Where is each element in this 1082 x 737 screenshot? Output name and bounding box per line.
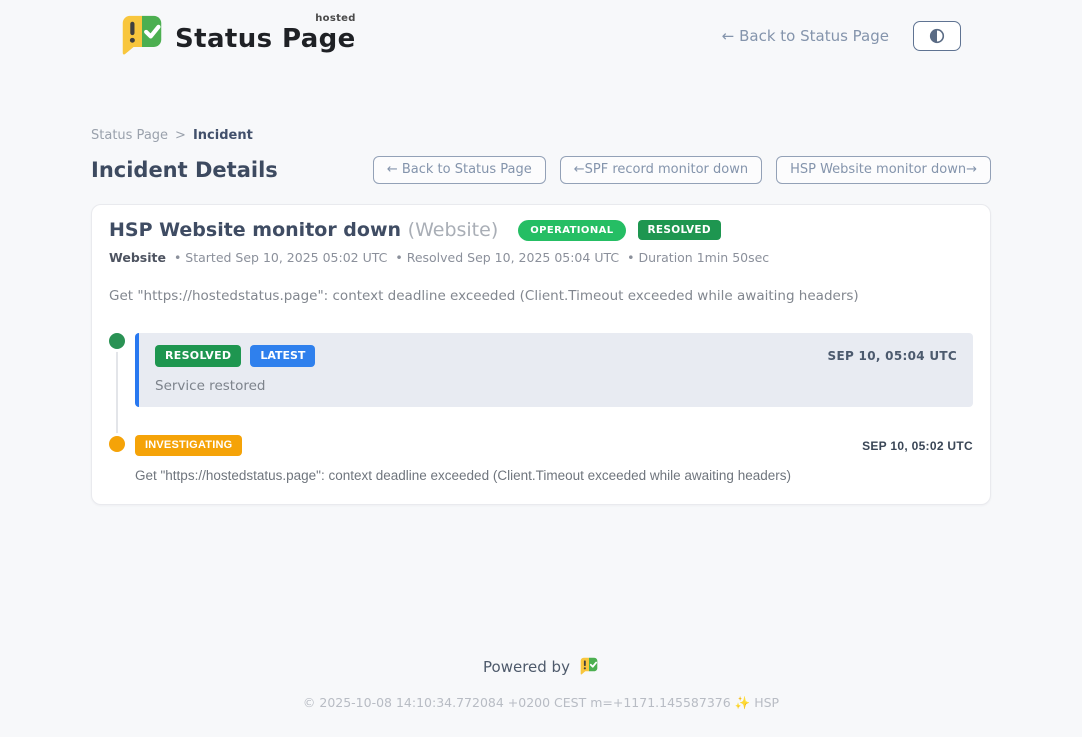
incident-nav-buttons: ← Back to Status Page ←SPF record monito…: [373, 156, 991, 184]
previous-incident-button[interactable]: ←SPF record monitor down: [560, 156, 762, 184]
timeline-timestamp: SEP 10, 05:04 UTC: [828, 349, 957, 363]
back-to-status-page-button[interactable]: ← Back to Status Page: [373, 156, 546, 184]
powered-by-label: Powered by: [483, 658, 570, 676]
timeline-latest-badge: LATEST: [250, 345, 315, 367]
next-incident-button[interactable]: HSP Website monitor down→: [776, 156, 991, 184]
timeline-message: Service restored: [155, 378, 957, 394]
breadcrumb-incident: Incident: [193, 128, 253, 143]
back-to-status-page-link[interactable]: ← Back to Status Page: [722, 27, 889, 45]
timeline-latest-update-box: RESOLVED LATEST SEP 10, 05:04 UTC Servic…: [135, 333, 973, 407]
resolved-state-badge: RESOLVED: [638, 220, 721, 240]
incident-description: Get "https://hostedstatus.page": context…: [109, 288, 973, 304]
brand-hosted-label: hosted: [315, 13, 355, 24]
incident-timeline: RESOLVED LATEST SEP 10, 05:04 UTC Servic…: [109, 333, 973, 483]
page-title: Incident Details: [91, 158, 278, 182]
incident-card: HSP Website monitor down (Website) OPERA…: [91, 204, 991, 505]
timeline-entry-head: RESOLVED LATEST SEP 10, 05:04 UTC: [155, 345, 957, 367]
incident-title: HSP Website monitor down: [109, 219, 401, 241]
breadcrumb-status-page[interactable]: Status Page: [91, 128, 168, 143]
timeline-dot-investigating-icon: [109, 436, 125, 452]
timeline-dot-resolved-icon: [109, 333, 125, 349]
statuspage-logo-icon: [119, 14, 165, 58]
incident-heading: HSP Website monitor down (Website): [109, 219, 498, 241]
meta-component: Website: [109, 250, 166, 265]
incident-meta: Website • Started Sep 10, 2025 05:02 UTC…: [109, 250, 973, 265]
timeline-update-plain: INVESTIGATING SEP 10, 05:02 UTC Get "htt…: [135, 435, 973, 483]
copyright-text: © 2025-10-08 14:10:34.772084 +0200 CEST …: [0, 695, 1082, 711]
timeline-resolved-badge: RESOLVED: [155, 345, 241, 367]
breadcrumb-separator: >: [175, 128, 186, 143]
timeline-message: Get "https://hostedstatus.page": context…: [135, 468, 973, 483]
timeline-entry-investigating: INVESTIGATING SEP 10, 05:02 UTC Get "htt…: [109, 435, 973, 483]
meta-resolved: • Resolved Sep 10, 2025 05:04 UTC: [395, 250, 619, 265]
timeline-entry-head: INVESTIGATING SEP 10, 05:02 UTC: [135, 435, 973, 456]
brand-name: Status Page: [175, 24, 356, 54]
powered-by[interactable]: Powered by: [0, 657, 1082, 676]
footer: Powered by © 2025-10-08 14:10:34.772084 …: [0, 657, 1082, 737]
half-circle-dark-mode-icon: [929, 28, 945, 44]
incident-card-header: HSP Website monitor down (Website) OPERA…: [109, 219, 973, 241]
meta-duration: • Duration 1min 50sec: [627, 250, 769, 265]
statuspage-mini-logo-icon: [579, 657, 599, 676]
meta-started: • Started Sep 10, 2025 05:02 UTC: [174, 250, 387, 265]
breadcrumb: Status Page > Incident: [91, 128, 991, 143]
timeline-entry-resolved: RESOLVED LATEST SEP 10, 05:04 UTC Servic…: [109, 333, 973, 407]
title-row: Incident Details ← Back to Status Page ←…: [91, 156, 991, 184]
brand-logo[interactable]: hosted Status Page: [119, 14, 356, 58]
operational-status-badge: OPERATIONAL: [518, 220, 625, 241]
theme-toggle-button[interactable]: [913, 21, 961, 51]
header: hosted Status Page ← Back to Status Page: [0, 0, 1082, 58]
incident-component: (Website): [408, 219, 499, 241]
timeline-timestamp: SEP 10, 05:02 UTC: [862, 439, 973, 453]
timeline-investigating-badge: INVESTIGATING: [135, 435, 242, 456]
main-content: Status Page > Incident Incident Details …: [91, 58, 991, 505]
